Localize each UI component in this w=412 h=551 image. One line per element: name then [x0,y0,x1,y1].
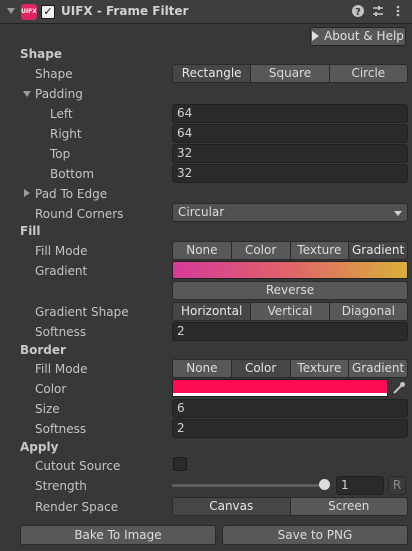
border-size-label: Size [35,402,60,416]
shape-selector: Rectangle Square Circle [172,64,408,83]
border-color-swatch[interactable] [172,379,388,397]
padding-left-field[interactable]: 64 [172,104,408,123]
padding-left-label: Left [50,107,73,121]
chevron-down-icon [394,211,402,216]
padding-right-label: Right [50,127,82,141]
fill-section-title: Fill [20,224,41,238]
gradient-shape-selector: Horizontal Vertical Diagonal [172,302,408,321]
gradient-shape-horizontal[interactable]: Horizontal [172,302,252,321]
fill-mode-color[interactable]: Color [231,241,291,260]
pad-to-edge-label: Pad To Edge [35,187,108,201]
menu-icon[interactable] [390,4,406,20]
shape-option-rectangle[interactable]: Rectangle [172,64,252,83]
border-softness-label: Softness [35,422,87,436]
border-mode-gradient[interactable]: Gradient [349,359,408,378]
border-section-title: Border [20,343,66,357]
gradient-shape-vertical[interactable]: Vertical [251,302,330,321]
cutout-source-checkbox[interactable] [173,457,187,471]
svg-text:?: ? [355,7,361,18]
help-icon[interactable]: ? [350,4,366,20]
strength-field[interactable]: 1 [336,476,384,495]
cutout-source-label: Cutout Source [35,459,121,473]
border-softness-field[interactable]: 2 [172,419,408,438]
strength-slider-thumb[interactable] [318,479,330,490]
reverse-button[interactable]: Reverse [172,281,408,300]
fill-mode-none[interactable]: None [172,241,232,260]
strength-reset-button[interactable]: R [388,476,406,495]
eyedropper-icon[interactable] [390,379,408,397]
render-space-screen[interactable]: Screen [290,497,408,516]
preset-icon[interactable] [370,4,386,20]
border-fill-mode-selector: None Color Texture Gradient [172,359,408,378]
strength-label: Strength [35,479,87,493]
padding-bottom-label: Bottom [50,167,95,181]
padding-bottom-field[interactable]: 32 [172,164,408,183]
padding-right-field[interactable]: 64 [172,124,408,143]
strength-slider-track[interactable] [172,484,324,487]
uifx-logo-icon: UIFX [21,4,37,20]
shape-option-square[interactable]: Square [251,64,330,83]
fill-mode-selector: None Color Texture Gradient [172,241,408,260]
fill-softness-label: Softness [35,325,87,339]
render-space-label: Render Space [35,500,119,514]
border-color-label: Color [35,382,67,396]
fill-softness-field[interactable]: 2 [172,322,408,341]
pad-to-edge-foldout-icon[interactable] [24,189,30,197]
gradient-shape-diagonal[interactable]: Diagonal [329,302,408,321]
about-help-label: About & Help [324,29,404,43]
alpha-bar [173,393,387,396]
round-corners-value: Circular [178,205,225,219]
gradient-label: Gradient [35,264,88,278]
render-space-canvas[interactable]: Canvas [172,497,291,516]
border-size-field[interactable]: 6 [172,399,408,418]
border-mode-none[interactable]: None [172,359,232,378]
fill-mode-label: Fill Mode [35,244,88,258]
shape-label: Shape [35,67,73,81]
save-to-png-button[interactable]: Save to PNG [222,525,408,545]
border-fill-mode-label: Fill Mode [35,362,88,376]
gradient-swatch[interactable] [172,261,408,279]
foldout-arrow-icon[interactable] [7,8,15,14]
padding-foldout-icon[interactable] [23,91,31,97]
round-corners-dropdown[interactable]: Circular [172,203,408,222]
padding-label: Padding [35,87,83,101]
padding-top-label: Top [50,147,71,161]
padding-top-field[interactable]: 32 [172,144,408,163]
border-mode-texture[interactable]: Texture [290,359,350,378]
apply-section-title: Apply [20,440,59,454]
round-corners-label: Round Corners [35,207,124,221]
shape-section-title: Shape [20,47,63,61]
about-help-button[interactable]: About & Help [310,27,406,46]
component-enabled-checkbox[interactable]: ✓ [41,5,55,19]
border-mode-color[interactable]: Color [231,359,291,378]
shape-option-circle[interactable]: Circle [329,64,408,83]
component-title: UIFX - Frame Filter [61,4,189,18]
bake-to-image-button[interactable]: Bake To Image [20,525,216,545]
gradient-shape-label: Gradient Shape [35,305,129,319]
fill-mode-texture[interactable]: Texture [290,241,350,260]
fill-mode-gradient[interactable]: Gradient [349,241,408,260]
play-icon [312,31,320,41]
render-space-selector: Canvas Screen [172,497,408,516]
